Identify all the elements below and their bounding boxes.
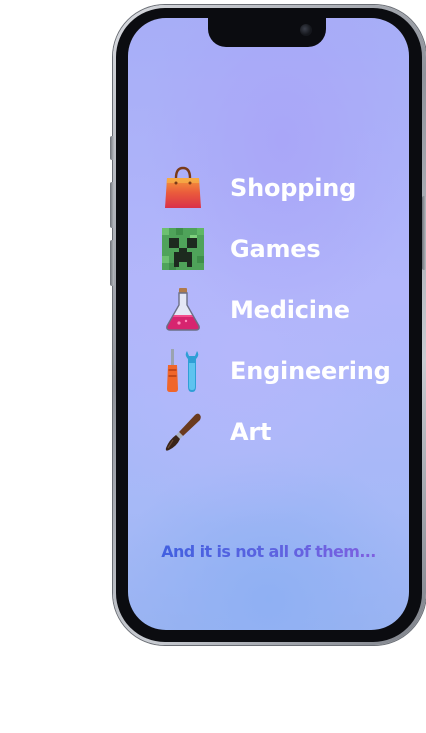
footnote-text: And it is not all of them... <box>128 542 409 561</box>
notch <box>208 18 326 47</box>
front-camera <box>300 24 312 36</box>
creeper-icon <box>160 227 206 271</box>
tools-icon <box>160 349 206 393</box>
category-item-shopping[interactable]: Shopping <box>160 166 391 210</box>
volume-down-button <box>110 240 114 286</box>
category-item-medicine[interactable]: Medicine <box>160 288 391 332</box>
category-item-engineering[interactable]: Engineering <box>160 349 391 393</box>
silent-switch <box>110 136 114 160</box>
phone-screen: Shopping Games Medicine Engineering Art … <box>128 18 409 630</box>
category-item-games[interactable]: Games <box>160 227 391 271</box>
flask-icon <box>160 288 206 332</box>
category-item-art[interactable]: Art <box>160 410 391 454</box>
category-label: Games <box>230 235 321 263</box>
power-button <box>422 196 426 270</box>
volume-up-button <box>110 182 114 228</box>
category-label: Art <box>230 418 272 446</box>
paintbrush-icon <box>160 410 206 454</box>
category-label: Shopping <box>230 174 357 202</box>
category-list: Shopping Games Medicine Engineering Art <box>160 166 391 471</box>
category-label: Medicine <box>230 296 350 324</box>
category-label: Engineering <box>230 357 391 385</box>
phone-mockup: Shopping Games Medicine Engineering Art … <box>0 0 426 733</box>
shopping-bag-icon <box>160 166 206 210</box>
